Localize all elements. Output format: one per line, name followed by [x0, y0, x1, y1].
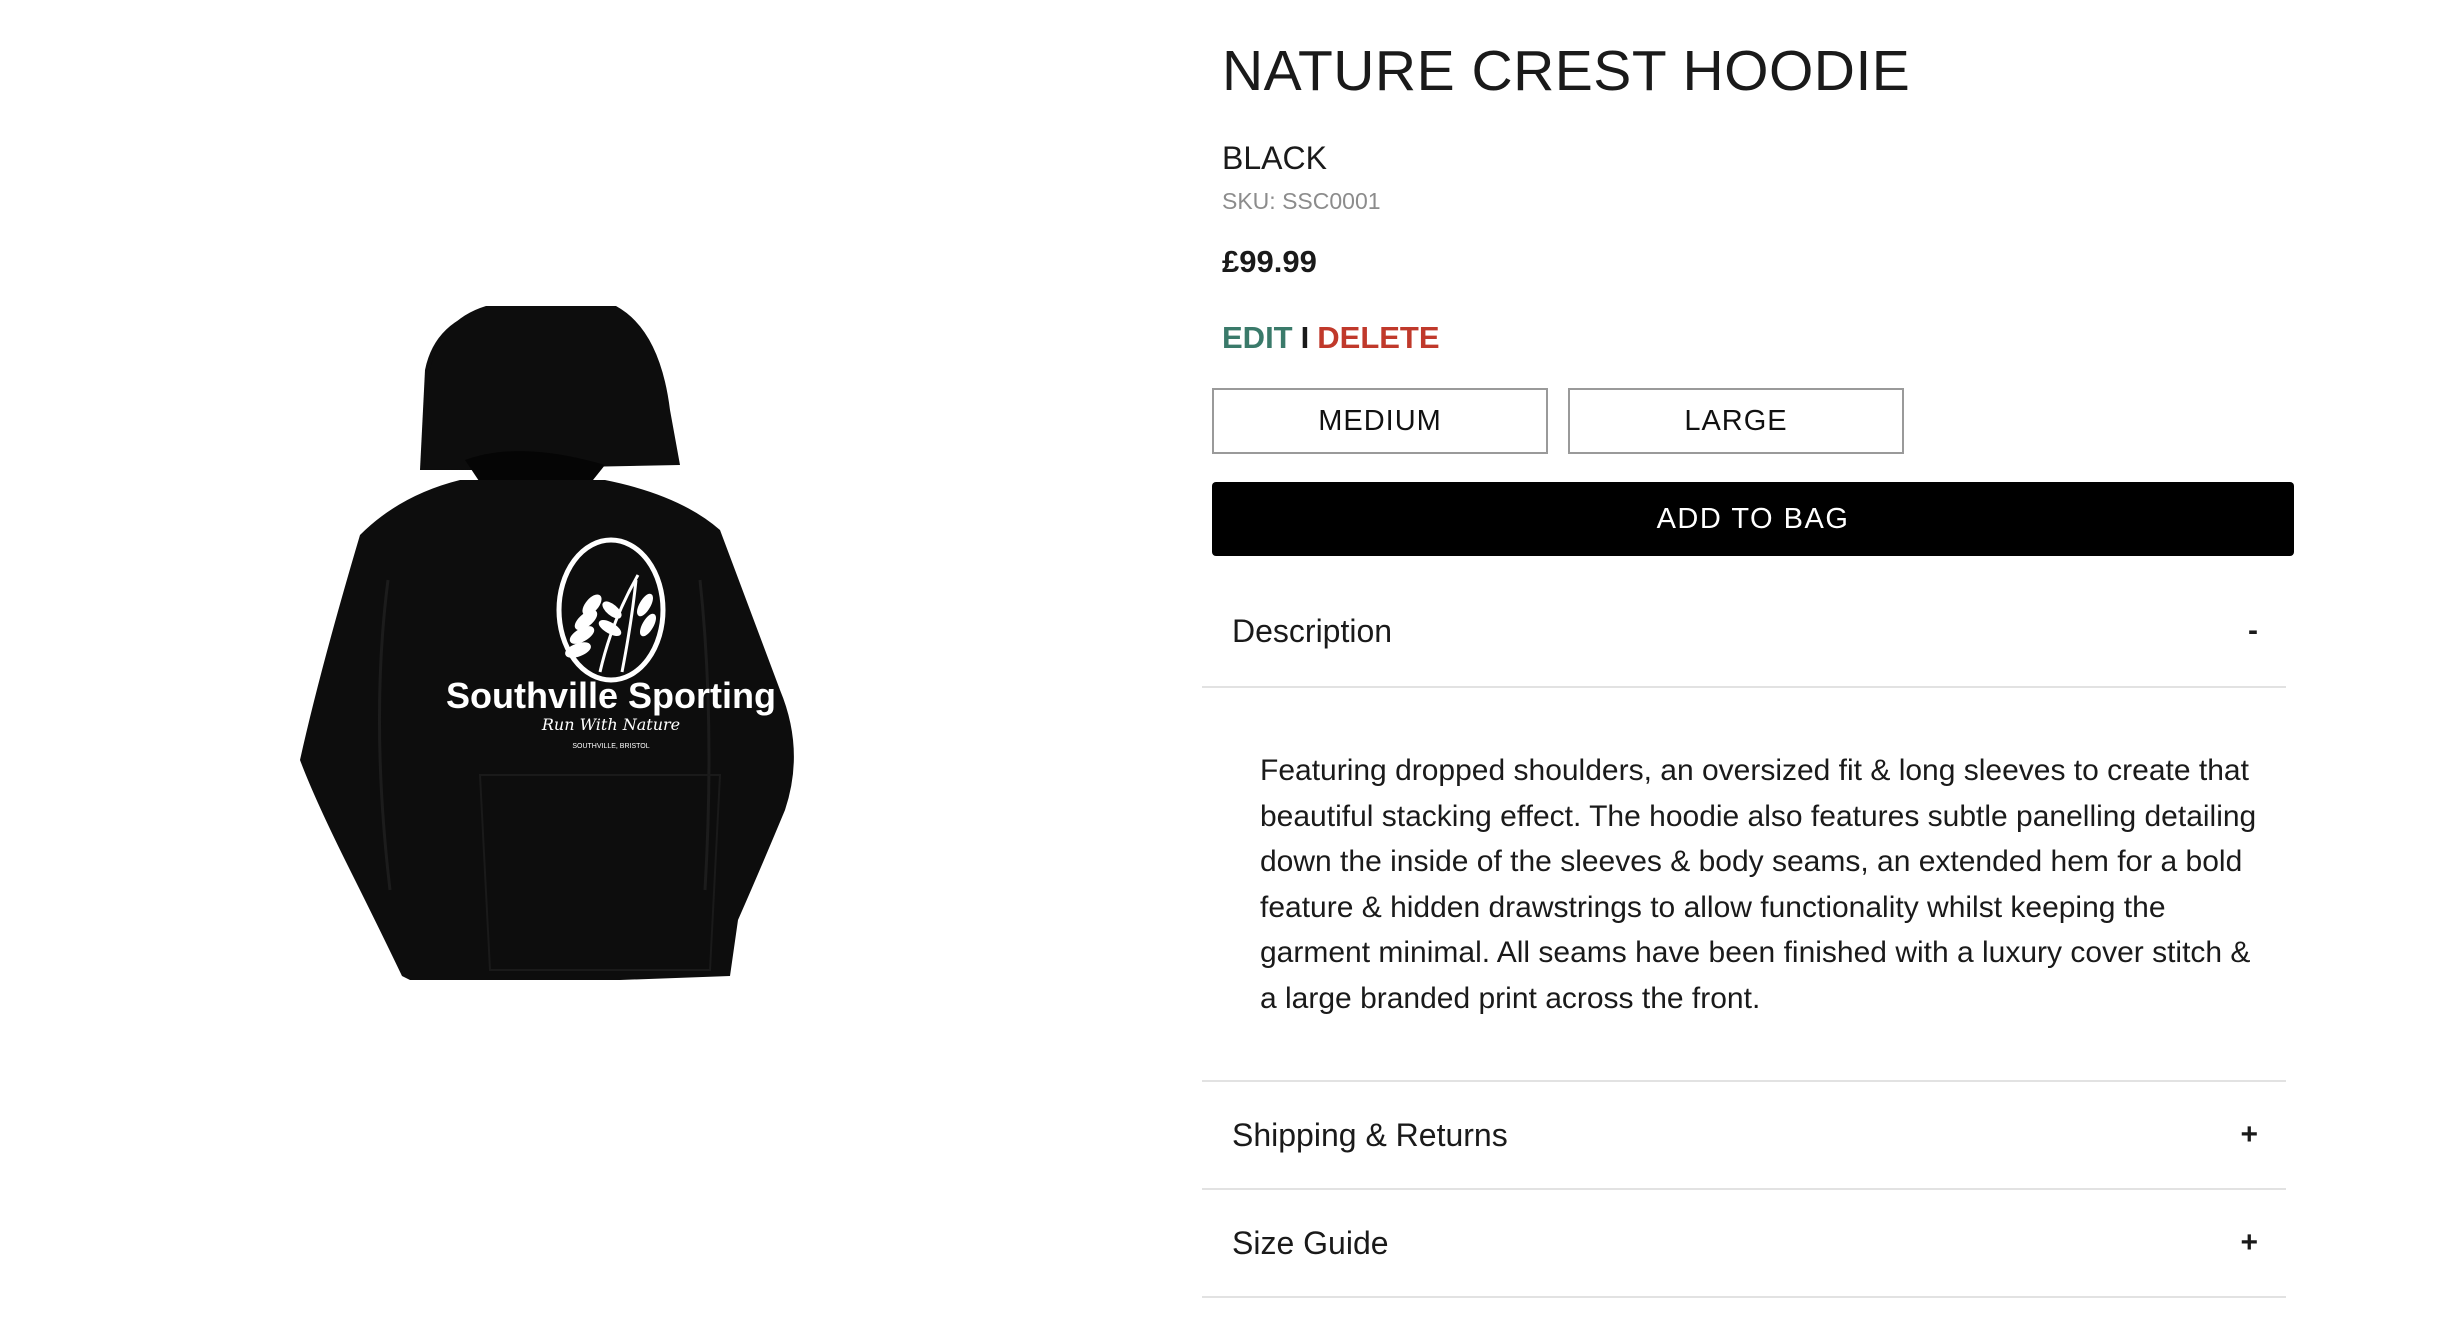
accordion-shipping-label: Shipping & Returns	[1232, 1116, 1508, 1153]
product-price: £99.99	[1222, 244, 1317, 279]
admin-links: EDIT I DELETE	[1222, 320, 1440, 356]
accordion-description-label: Description	[1232, 612, 1393, 649]
size-option-medium[interactable]: MEDIUM	[1212, 388, 1548, 454]
expand-icon[interactable]: +	[2240, 1118, 2258, 1152]
accordion-shipping-header[interactable]: Shipping & Returns +	[1202, 1080, 2286, 1190]
accordion-description-header[interactable]: Description -	[1202, 576, 2286, 688]
product-image: Southville Sporting Run With Nature SOUT…	[260, 290, 960, 990]
product-sku: SKU: SSC0001	[1222, 188, 1381, 214]
delete-link[interactable]: DELETE	[1317, 320, 1439, 355]
hoodie-brand-text: Southville Sporting	[446, 675, 776, 716]
edit-link[interactable]: EDIT	[1222, 320, 1293, 355]
product-color: BLACK	[1222, 140, 1327, 176]
collapse-icon[interactable]: -	[2248, 614, 2258, 648]
hoodie-tagline-text: Run With Nature	[541, 715, 680, 734]
add-to-bag-button[interactable]: ADD TO BAG	[1212, 482, 2294, 556]
admin-separator: I	[1300, 320, 1310, 355]
hoodie-illustration: Southville Sporting Run With Nature SOUT…	[300, 306, 794, 980]
size-option-large[interactable]: LARGE	[1568, 388, 1904, 454]
description-text: Featuring dropped shoulders, an oversize…	[1260, 754, 2257, 1015]
hoodie-location-text: SOUTHVILLE, BRISTOL	[572, 743, 649, 750]
product-title: NATURE CREST HOODIE	[1222, 39, 1911, 103]
product-page: Southville Sporting Run With Nature SOUT…	[0, 0, 2460, 1332]
accordion-size-guide-label: Size Guide	[1232, 1224, 1389, 1261]
expand-icon[interactable]: +	[2240, 1226, 2258, 1260]
accordion-size-guide-header[interactable]: Size Guide +	[1202, 1190, 2286, 1298]
